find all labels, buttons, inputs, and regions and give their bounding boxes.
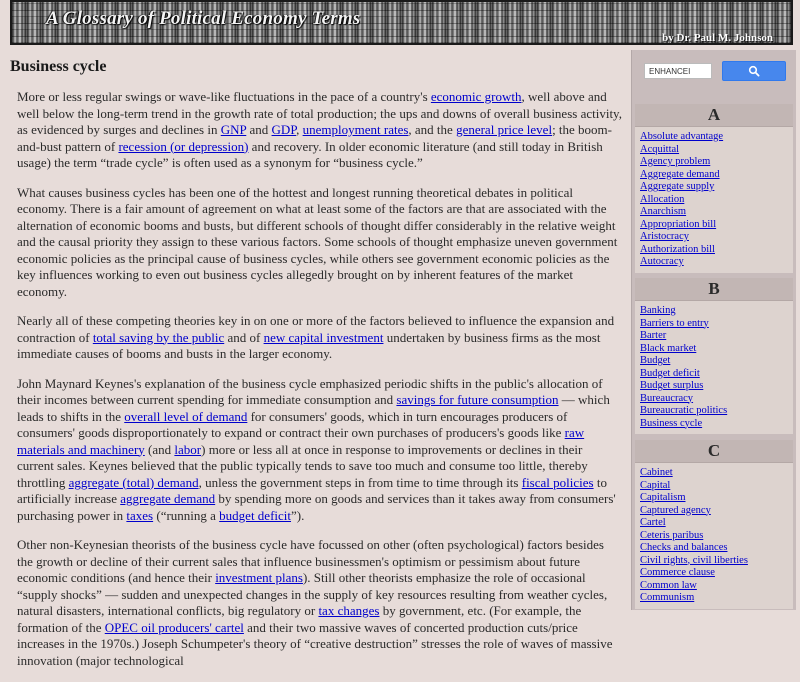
term-link[interactable]: Commerce clause bbox=[640, 567, 715, 578]
section-a: A Absolute advantage Acquittal Agency pr… bbox=[635, 104, 793, 273]
link-labor[interactable]: labor bbox=[174, 442, 201, 457]
link-investment-plans[interactable]: investment plans bbox=[215, 570, 303, 585]
term-link[interactable]: Absolute advantage bbox=[640, 131, 723, 142]
term-link[interactable]: Black market bbox=[640, 343, 696, 354]
link-opec-cartel[interactable]: OPEC oil producers' cartel bbox=[105, 620, 244, 635]
link-taxes[interactable]: taxes bbox=[126, 508, 153, 523]
link-unemployment-rates[interactable]: unemployment rates bbox=[303, 122, 409, 137]
term-link[interactable]: Common law bbox=[640, 580, 697, 591]
glossary-sidebar: A Absolute advantage Acquittal Agency pr… bbox=[631, 50, 796, 610]
section-letter: B bbox=[635, 278, 793, 301]
term-link[interactable]: Appropriation bill bbox=[640, 219, 716, 230]
site-title: A Glossary of Political Economy Terms bbox=[46, 8, 361, 29]
term-link[interactable]: Budget bbox=[640, 355, 670, 366]
link-new-capital-investment[interactable]: new capital investment bbox=[264, 330, 384, 345]
link-recession[interactable]: recession (or depression) bbox=[118, 139, 248, 154]
term-link[interactable]: Ceteris paribus bbox=[640, 530, 703, 541]
section-letter: C bbox=[635, 440, 793, 463]
site-author: by Dr. Paul M. Johnson bbox=[662, 32, 773, 44]
term-link[interactable]: Agency problem bbox=[640, 156, 710, 167]
term-link[interactable]: Authorization bill bbox=[640, 244, 715, 255]
term-link[interactable]: Barter bbox=[640, 330, 666, 341]
paragraph-1: More or less regular swings or wave-like… bbox=[17, 89, 622, 170]
paragraph-5: Other non-Keynesian theorists of the bus… bbox=[17, 537, 613, 668]
article: Business cycle More or less regular swin… bbox=[10, 58, 622, 682]
link-economic-growth[interactable]: economic growth bbox=[431, 89, 522, 104]
search-icon bbox=[748, 65, 760, 77]
link-general-price-level[interactable]: general price level bbox=[456, 122, 552, 137]
link-gdp[interactable]: GDP bbox=[272, 122, 297, 137]
link-overall-level-of-demand[interactable]: overall level of demand bbox=[124, 409, 247, 424]
term-link[interactable]: Capitalism bbox=[640, 492, 686, 503]
term-link[interactable]: Business cycle bbox=[640, 418, 702, 429]
term-list: Banking Barriers to entry Barter Black m… bbox=[635, 301, 793, 434]
page-title: Business cycle bbox=[10, 58, 107, 75]
link-savings-future-consumption[interactable]: savings for future consumption bbox=[396, 392, 558, 407]
link-aggregate-total-demand[interactable]: aggregate (total) demand bbox=[69, 475, 199, 490]
header-banner: A Glossary of Political Economy Terms by… bbox=[10, 0, 793, 45]
term-link[interactable]: Allocation bbox=[640, 194, 684, 205]
term-link[interactable]: Banking bbox=[640, 305, 676, 316]
link-gnp[interactable]: GNP bbox=[221, 122, 247, 137]
term-link[interactable]: Capital bbox=[640, 480, 670, 491]
term-link[interactable]: Civil rights, civil liberties bbox=[640, 555, 748, 566]
term-link[interactable]: Budget surplus bbox=[640, 380, 703, 391]
term-link[interactable]: Acquittal bbox=[640, 144, 679, 155]
term-link[interactable]: Bureaucratic politics bbox=[640, 405, 727, 416]
term-link[interactable]: Checks and balances bbox=[640, 542, 727, 553]
term-link[interactable]: Aggregate supply bbox=[640, 181, 714, 192]
search-box bbox=[644, 60, 786, 82]
section-letter: A bbox=[635, 104, 793, 127]
term-link[interactable]: Bureaucracy bbox=[640, 393, 693, 404]
term-link[interactable]: Anarchism bbox=[640, 206, 686, 217]
term-link[interactable]: Barriers to entry bbox=[640, 318, 709, 329]
term-link[interactable]: Cartel bbox=[640, 517, 666, 528]
term-link[interactable]: Cabinet bbox=[640, 467, 673, 478]
link-fiscal-policies[interactable]: fiscal policies bbox=[522, 475, 594, 490]
paragraph-4: John Maynard Keynes's explanation of the… bbox=[17, 375, 616, 523]
search-button[interactable] bbox=[722, 61, 786, 81]
term-link[interactable]: Budget deficit bbox=[640, 368, 700, 379]
term-link[interactable]: Captured agency bbox=[640, 505, 711, 516]
paragraph-3: Nearly all of these competing theories k… bbox=[17, 313, 615, 361]
link-tax-changes[interactable]: tax changes bbox=[318, 603, 379, 618]
paragraph-2: What causes business cycles has been one… bbox=[17, 184, 618, 299]
search-input[interactable] bbox=[644, 63, 712, 79]
term-link[interactable]: Aggregate demand bbox=[640, 169, 720, 180]
term-link[interactable]: Aristocracy bbox=[640, 231, 689, 242]
section-c: C Cabinet Capital Capitalism Captured ag… bbox=[635, 440, 793, 609]
term-list: Absolute advantage Acquittal Agency prob… bbox=[635, 127, 793, 273]
term-link[interactable]: Communism bbox=[640, 592, 694, 603]
link-total-saving[interactable]: total saving by the public bbox=[93, 330, 224, 345]
section-b: B Banking Barriers to entry Barter Black… bbox=[635, 278, 793, 434]
term-link[interactable]: Autocracy bbox=[640, 256, 684, 267]
link-aggregate-demand[interactable]: aggregate demand bbox=[120, 491, 215, 506]
term-list: Cabinet Capital Capitalism Captured agen… bbox=[635, 463, 793, 609]
link-budget-deficit[interactable]: budget deficit bbox=[219, 508, 291, 523]
